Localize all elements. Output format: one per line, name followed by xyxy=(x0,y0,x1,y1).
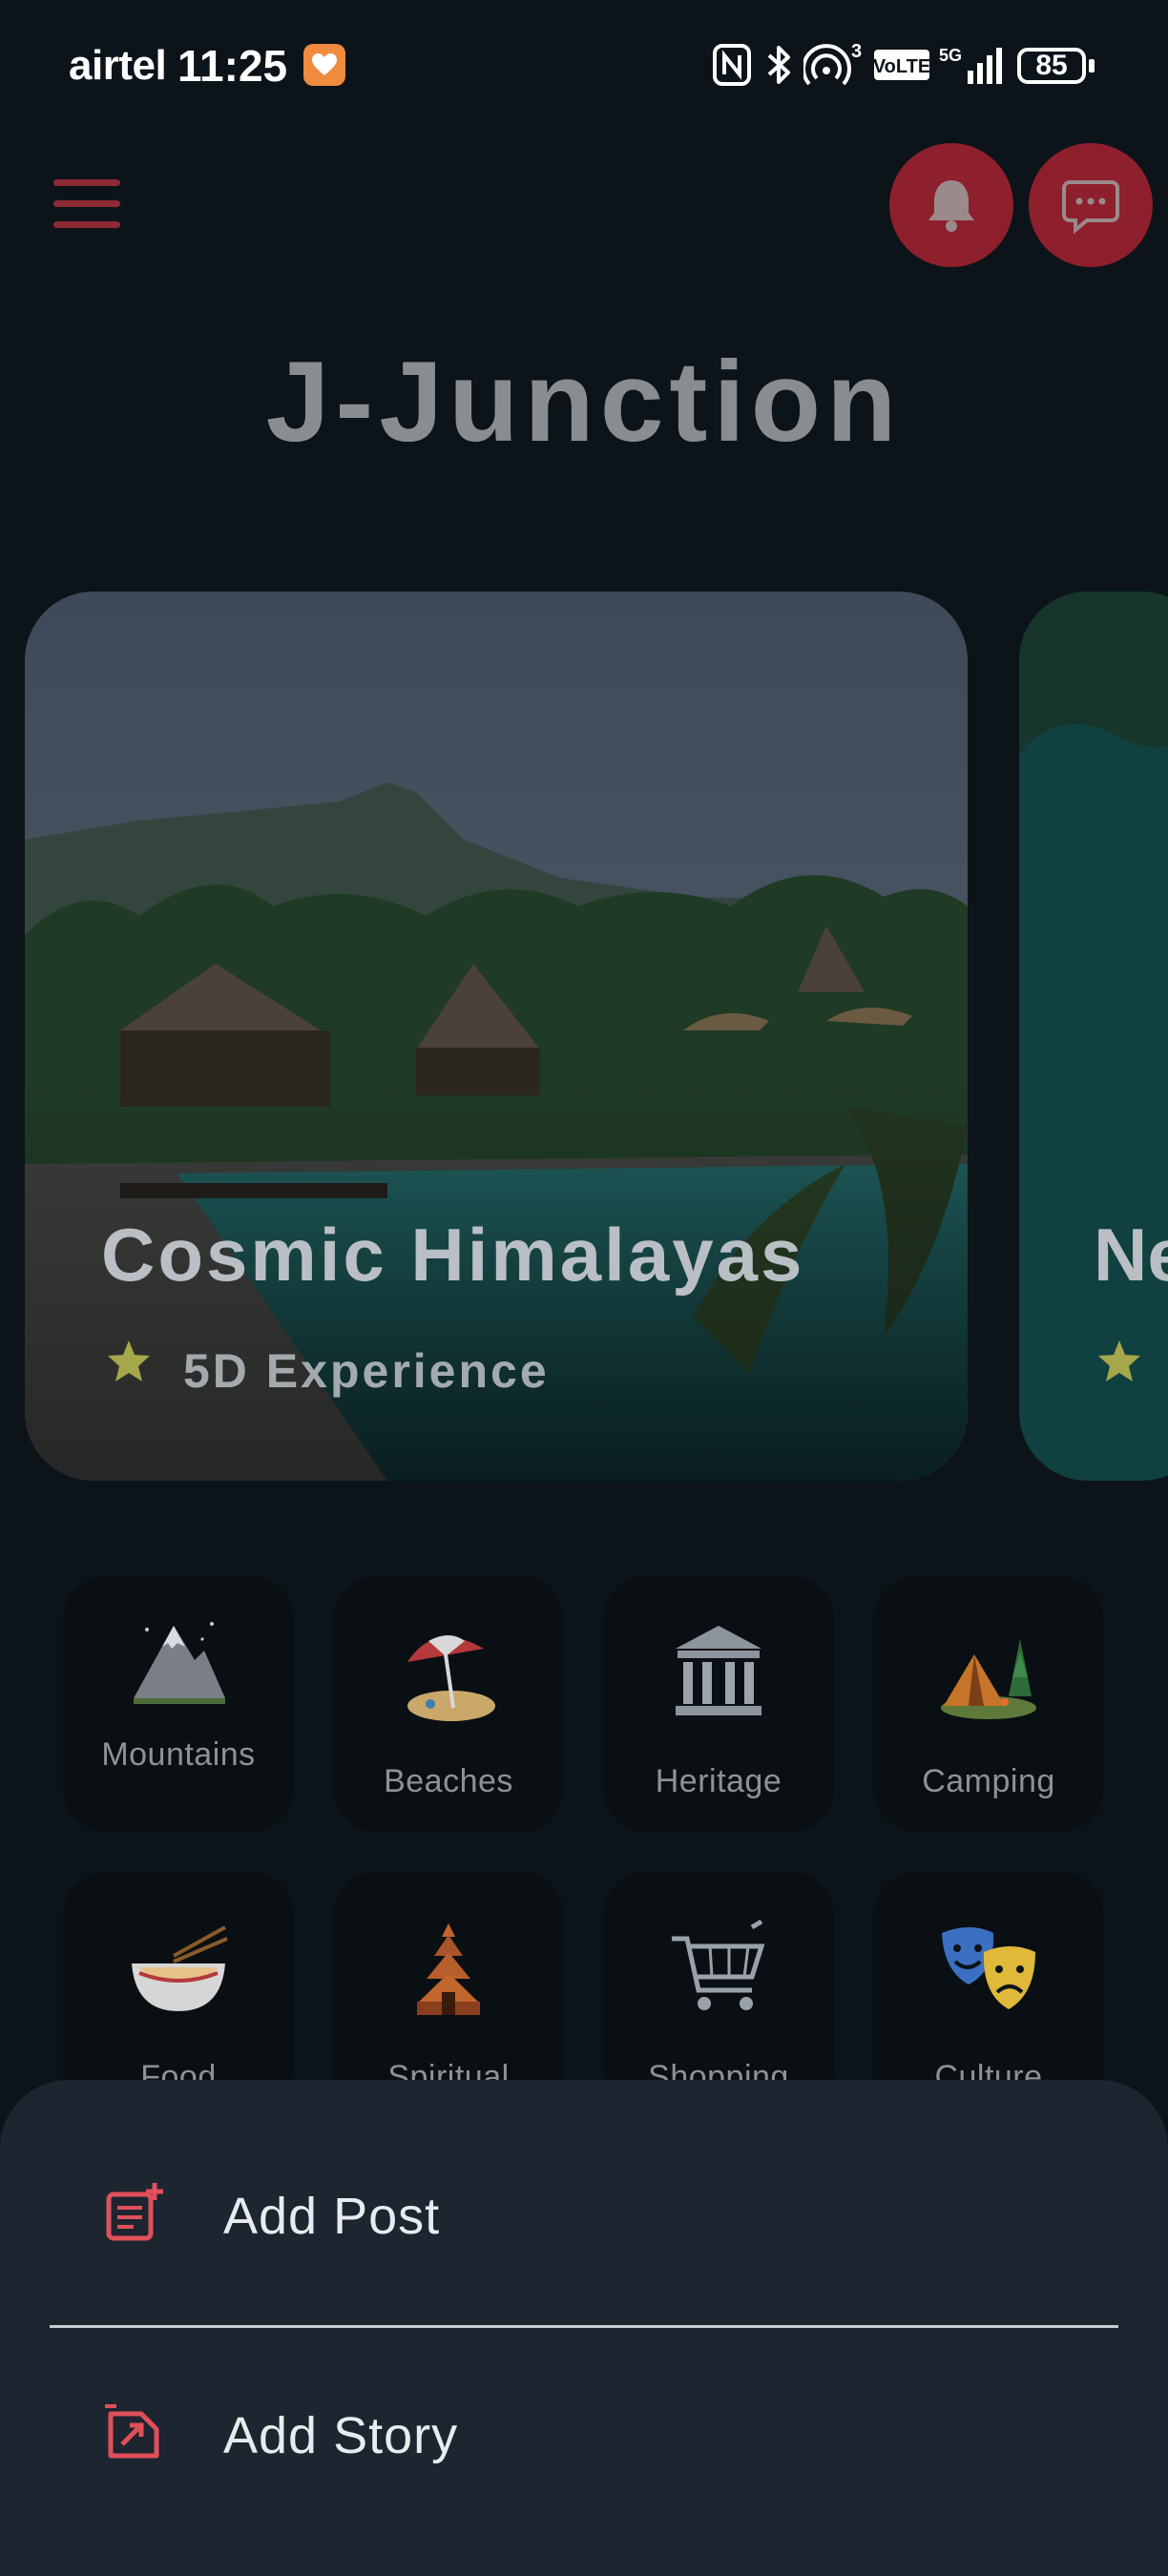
menu-icon[interactable] xyxy=(53,179,120,229)
star-icon xyxy=(1098,1340,1140,1381)
carrier-name: airtel xyxy=(69,42,167,89)
star-icon xyxy=(108,1340,150,1381)
add-content-sheet: Add Post Add Story xyxy=(0,2080,1168,2576)
mountain-icon xyxy=(63,1612,294,1708)
notifications-button[interactable] xyxy=(889,143,1013,267)
destination-card-next[interactable]: Ne xyxy=(1019,592,1168,1481)
clock: 11:25 xyxy=(177,41,288,91)
bluetooth-icon xyxy=(763,42,796,88)
status-bar: airtel 11:25 3 VoLTE 5G 85 xyxy=(0,0,1168,134)
category-beaches[interactable]: Beaches xyxy=(333,1576,564,1832)
shopping-cart-icon xyxy=(603,1918,834,2023)
battery-indicator: 85 xyxy=(1017,48,1086,84)
ocean-image xyxy=(1019,592,1168,1481)
card-title: Cosmic Himalayas xyxy=(101,1213,805,1297)
theater-masks-icon xyxy=(873,1918,1104,2023)
add-post-option[interactable]: Add Post xyxy=(0,2133,1168,2296)
card-subtitle: 5D Experience xyxy=(183,1344,550,1398)
add-story-option[interactable]: Add Story xyxy=(0,2353,1168,2515)
category-label: Mountains xyxy=(101,1736,256,1773)
camping-tent-icon xyxy=(873,1620,1104,1725)
destination-card[interactable]: Cosmic Himalayas 5D Experience xyxy=(25,592,968,1481)
noodle-bowl-icon xyxy=(63,1918,294,2023)
svg-text:3: 3 xyxy=(851,42,862,62)
volte-icon: VoLTE xyxy=(872,42,931,88)
battery-tip xyxy=(1089,59,1095,73)
signal-icon: 5G xyxy=(935,42,1006,88)
category-mountains[interactable]: Mountains xyxy=(63,1576,294,1832)
sheet-divider xyxy=(50,2325,1118,2328)
app-title: J-Junction xyxy=(265,338,903,466)
category-camping[interactable]: Camping xyxy=(873,1576,1104,1832)
nfc-icon xyxy=(712,42,752,88)
category-label: Camping xyxy=(922,1763,1055,1799)
category-label: Beaches xyxy=(384,1763,513,1799)
bell-icon xyxy=(928,180,974,232)
beach-umbrella-icon xyxy=(333,1620,564,1725)
category-heritage[interactable]: Heritage xyxy=(603,1576,834,1832)
temple-icon xyxy=(333,1918,564,2023)
chat-icon xyxy=(1062,180,1119,235)
svg-text:5G: 5G xyxy=(939,46,962,65)
category-label: Heritage xyxy=(655,1763,782,1799)
card-title: Ne xyxy=(1094,1213,1168,1297)
add-story-label: Add Story xyxy=(223,2407,459,2464)
add-post-icon xyxy=(106,2183,163,2241)
hotspot-icon: 3 xyxy=(802,41,866,88)
add-story-icon xyxy=(105,2404,159,2459)
svg-text:VoLTE: VoLTE xyxy=(873,56,930,77)
classical-building-icon xyxy=(603,1620,834,1725)
health-app-icon xyxy=(303,44,345,86)
messages-button[interactable] xyxy=(1029,143,1153,267)
add-post-label: Add Post xyxy=(223,2188,441,2245)
